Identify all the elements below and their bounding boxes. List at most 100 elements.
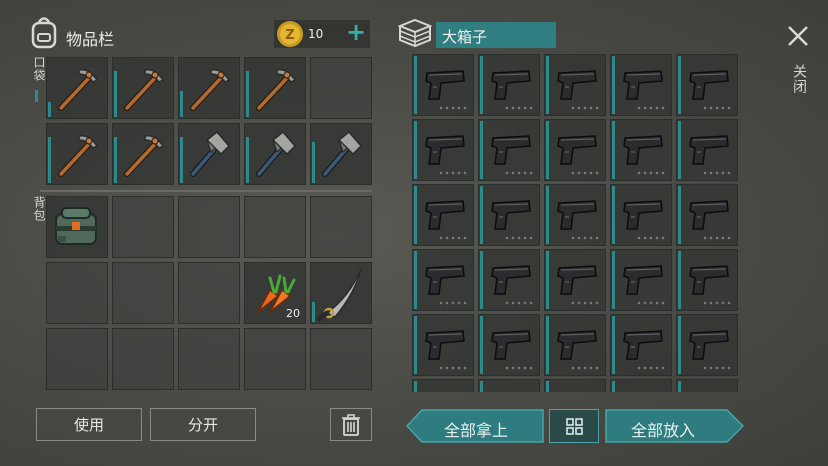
pistol-icon <box>485 130 533 170</box>
pistol-slot[interactable] <box>412 54 474 116</box>
pickaxe-icon <box>115 60 171 116</box>
pistol-slot[interactable] <box>610 119 672 181</box>
durability-bar <box>678 186 681 244</box>
pistol-slot[interactable] <box>544 119 606 181</box>
pistol-icon <box>683 130 731 170</box>
empty-slot[interactable] <box>310 328 372 390</box>
pistol-icon <box>551 195 599 235</box>
pistol-icon <box>683 390 731 392</box>
empty-slot[interactable] <box>46 262 108 324</box>
close-label[interactable]: 关闭 <box>789 64 809 94</box>
pistol-slot[interactable] <box>610 54 672 116</box>
pistol-slot[interactable] <box>610 249 672 311</box>
delete-button[interactable] <box>330 408 372 441</box>
pistol-icon <box>485 325 533 365</box>
pistol-slot[interactable] <box>544 184 606 246</box>
pickaxe-slot[interactable] <box>112 123 174 185</box>
empty-slot[interactable] <box>178 328 240 390</box>
add-coins-button[interactable]: + <box>346 18 366 46</box>
empty-slot[interactable] <box>244 328 306 390</box>
pistol-slot[interactable] <box>676 184 738 246</box>
pistol-slot[interactable] <box>676 314 738 376</box>
empty-slot[interactable] <box>178 196 240 258</box>
pickaxe-slot[interactable] <box>244 57 306 119</box>
sword-icon <box>313 263 369 323</box>
pistol-slot[interactable] <box>412 184 474 246</box>
pistol-slot[interactable] <box>676 249 738 311</box>
close-icon[interactable] <box>786 24 810 48</box>
put-all-button[interactable]: 全部放入 <box>631 417 695 441</box>
carrot-slot[interactable]: 20 <box>244 262 306 324</box>
pistol-slot[interactable] <box>676 54 738 116</box>
quality-dots <box>702 301 732 305</box>
pistol-icon <box>683 325 731 365</box>
pistol-slot[interactable] <box>478 249 540 311</box>
pistol-slot[interactable] <box>412 249 474 311</box>
sword-slot[interactable] <box>310 262 372 324</box>
pistol-slot[interactable] <box>544 249 606 311</box>
inventory-header: 物品栏 Z 10 + <box>30 16 370 56</box>
empty-slot[interactable] <box>112 328 174 390</box>
take-all-button[interactable]: 全部拿上 <box>444 417 508 441</box>
pickaxe-slot[interactable] <box>46 57 108 119</box>
pistol-icon <box>485 195 533 235</box>
empty-slot[interactable] <box>244 196 306 258</box>
pickaxe-icon <box>115 126 171 182</box>
hammer-icon <box>247 126 303 182</box>
pistol-slot[interactable] <box>478 54 540 116</box>
sort-button[interactable] <box>549 409 599 443</box>
pistol-icon <box>617 325 665 365</box>
pistol-slot[interactable] <box>544 314 606 376</box>
grid-icon <box>566 418 583 435</box>
empty-slot[interactable] <box>310 196 372 258</box>
coin-icon: Z <box>277 21 303 47</box>
svg-text:Z: Z <box>285 28 294 43</box>
empty-slot[interactable] <box>46 328 108 390</box>
pistol-icon <box>485 260 533 300</box>
durability-bar <box>612 381 615 392</box>
quality-dots <box>570 236 600 240</box>
durability-bar <box>480 251 483 309</box>
durability-bar <box>246 137 249 183</box>
durability-bar <box>612 186 615 244</box>
pistol-slot[interactable] <box>544 54 606 116</box>
pistol-slot[interactable] <box>478 314 540 376</box>
quality-dots <box>570 366 600 370</box>
backpack-slot[interactable] <box>46 196 108 258</box>
pistol-slot[interactable] <box>478 119 540 181</box>
pistol-slot[interactable] <box>676 379 738 392</box>
pistol-icon <box>551 390 599 392</box>
split-button[interactable]: 分开 <box>150 408 256 441</box>
empty-slot[interactable] <box>310 57 372 119</box>
pistol-slot[interactable] <box>676 119 738 181</box>
pistol-slot[interactable] <box>610 314 672 376</box>
quality-dots <box>570 106 600 110</box>
hammer-slot[interactable] <box>244 123 306 185</box>
pistol-slot[interactable] <box>412 379 474 392</box>
pistol-slot[interactable] <box>412 119 474 181</box>
use-button[interactable]: 使用 <box>36 408 142 441</box>
pickaxe-slot[interactable] <box>178 57 240 119</box>
pistol-icon <box>551 260 599 300</box>
empty-slot[interactable] <box>178 262 240 324</box>
item-count: 20 <box>286 307 300 320</box>
empty-slot[interactable] <box>112 196 174 258</box>
durability-bar <box>114 137 117 183</box>
pistol-slot[interactable] <box>610 184 672 246</box>
pickaxe-slot[interactable] <box>46 123 108 185</box>
durability-bar <box>480 186 483 244</box>
hammer-slot[interactable] <box>310 123 372 185</box>
empty-slot[interactable] <box>112 262 174 324</box>
pistol-slot[interactable] <box>544 379 606 392</box>
pistol-slot[interactable] <box>478 379 540 392</box>
pistol-slot[interactable] <box>478 184 540 246</box>
pickaxe-slot[interactable] <box>112 57 174 119</box>
durability-bar <box>414 381 417 392</box>
quality-dots <box>702 366 732 370</box>
quality-dots <box>438 236 468 240</box>
durability-bar <box>414 186 417 244</box>
hammer-slot[interactable] <box>178 123 240 185</box>
pistol-slot[interactable] <box>610 379 672 392</box>
pistol-slot[interactable] <box>412 314 474 376</box>
durability-bar <box>114 71 117 117</box>
